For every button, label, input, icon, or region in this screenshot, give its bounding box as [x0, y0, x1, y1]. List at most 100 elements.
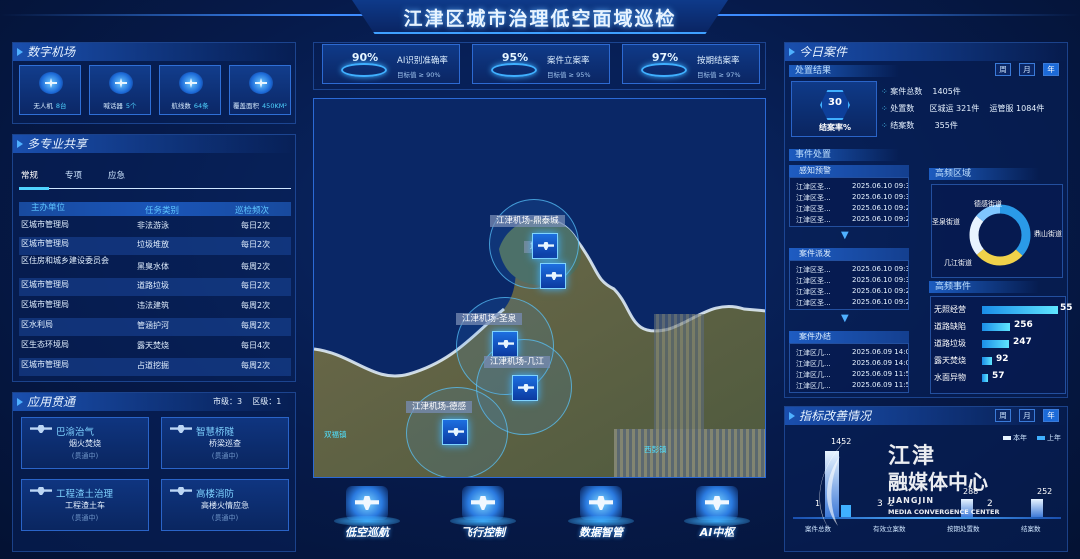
- nav-ai-hub[interactable]: AI中枢: [676, 480, 758, 542]
- app-through-panel: 应用贯通 市级：3 区级：1 巴渝治气 烟火焚烧 (贯通中) 智慧桥隧 桥梁巡查…: [12, 392, 296, 552]
- tab-emergency[interactable]: 应急: [108, 169, 125, 181]
- dispatch-list[interactable]: 江津区圣...2025.06.10 09:31 江津区圣...2025.06.1…: [789, 260, 909, 310]
- multi-share-panel: 多专业共享 常规 专项 应急 主办单位 任务类别 巡检频次 区城市管理局 非法游泳…: [12, 134, 296, 382]
- digital-airport-title: 数字机场: [13, 43, 295, 61]
- tile-artifact: [654, 314, 704, 429]
- kpi-ring: [341, 63, 387, 77]
- period-month[interactable]: 月: [1019, 63, 1035, 76]
- period-year[interactable]: 年: [1043, 409, 1059, 422]
- list-item[interactable]: 江津区圣...2025.06.10 09:29: [796, 204, 908, 215]
- period-year[interactable]: 年: [1043, 63, 1059, 76]
- category-label: 有效立案数: [873, 525, 906, 533]
- legend-last-year: 上年: [1037, 433, 1061, 443]
- tab-special[interactable]: 专项: [65, 169, 82, 181]
- watermark-line2: 融媒体中心: [888, 470, 988, 494]
- app-card-bayu[interactable]: 巴渝治气 烟火焚烧 (贯通中): [21, 417, 149, 469]
- map-view[interactable]: 江津机场-鼎泰城 场 江津机场-圣泉 江津机场-几江 江津机场-德感 双福镇 西…: [313, 98, 766, 478]
- tab-underline: [19, 188, 291, 189]
- hot-event-bar: 道路缺陷 256: [934, 320, 1033, 331]
- drone-site-marker[interactable]: [512, 375, 538, 401]
- list-item[interactable]: 江津区圣...2025.06.10 09:29: [796, 215, 908, 226]
- list-header-dispatch: 案件派发: [789, 248, 909, 260]
- app-card-bridge[interactable]: 智慧桥隧 桥梁巡查 (贯通中): [161, 417, 289, 469]
- airport-card-speakers[interactable]: 喊话器 5个: [89, 65, 151, 115]
- app-card-fire[interactable]: 高楼消防 高楼火情应急 (贯通中): [161, 479, 289, 531]
- period-week[interactable]: 周: [995, 409, 1011, 422]
- table-row[interactable]: 区城市管理局 道路垃圾 每日2次: [19, 278, 291, 296]
- table-row[interactable]: 区住房和城乡建设委员会 黑臭水体 每周2次: [19, 256, 291, 278]
- table-header: 主办单位 任务类别 巡检频次: [19, 202, 291, 216]
- nav-flight-control[interactable]: 飞行控制: [442, 480, 524, 542]
- bar-fill: [982, 306, 1058, 314]
- route-icon: [179, 72, 203, 94]
- arrow-down-icon: ▼: [841, 313, 849, 324]
- result-subtitle: 处置结果: [789, 65, 899, 77]
- bar-fill: [982, 340, 1009, 348]
- tab-regular[interactable]: 常规: [21, 169, 38, 181]
- bar-fill: [982, 357, 992, 365]
- data-label: 252: [1037, 487, 1053, 496]
- category-label: 按期处置数: [947, 525, 980, 533]
- table-row[interactable]: 区城市管理局 非法游泳 每日2次: [19, 218, 291, 236]
- watermark-line3: JIANGJIN: [888, 496, 935, 505]
- site-label: 江津机场-圣泉: [456, 313, 523, 325]
- drone-icon: [170, 425, 192, 433]
- bar-fill: [982, 323, 1010, 331]
- period-month[interactable]: 月: [1019, 409, 1035, 422]
- site-label: 江津机场-鼎泰城: [490, 215, 565, 227]
- list-item[interactable]: 江津区圣...2025.06.10 09:29: [796, 298, 908, 309]
- table-row[interactable]: 区生态环境局 露天焚烧 每日4次: [19, 338, 291, 356]
- place-label: 西彭镇: [644, 445, 667, 454]
- list-item[interactable]: 江津区几...2025.06.09 14:07: [796, 348, 908, 359]
- closed-list[interactable]: 江津区几...2025.06.09 14:07 江津区几...2025.06.0…: [789, 343, 909, 393]
- dashboard: 江津区城市治理低空面域巡检 数字机场 无人机 8台 喊话器 5个 航线数 64条 覆盖…: [0, 0, 1080, 559]
- table-row[interactable]: 区水利局 管涵护河 每周2次: [19, 318, 291, 336]
- monitor-icon: [580, 486, 622, 520]
- list-item[interactable]: 江津区圣...2025.06.10 09:31: [796, 265, 908, 276]
- drone-site-marker[interactable]: [442, 419, 468, 445]
- watermark-line4: MEDIA CONVERGENCE CENTER: [888, 508, 1000, 516]
- table-row[interactable]: 区城市管理局 违法建筑 每周2次: [19, 298, 291, 316]
- table-row[interactable]: 区城市管理局 占道挖掘 每周2次: [19, 358, 291, 376]
- list-item[interactable]: 江津区圣...2025.06.10 09:29: [796, 287, 908, 298]
- controller-icon: [462, 486, 504, 520]
- list-item[interactable]: 江津区几...2025.06.09 14:07: [796, 359, 908, 370]
- alert-list[interactable]: 江津区圣...2025.06.10 09:31 江津区圣...2025.06.1…: [789, 177, 909, 227]
- list-item[interactable]: 江津区几...2025.06.09 11:53: [796, 381, 908, 392]
- list-item[interactable]: 江津区圣...2025.06.10 09:31: [796, 193, 908, 204]
- legend-this-year: 本年: [1003, 433, 1027, 443]
- list-item[interactable]: 江津区圣...2025.06.10 09:31: [796, 182, 908, 193]
- list-header-alert: 感知预警: [789, 165, 909, 177]
- drone-site-marker[interactable]: [492, 331, 518, 357]
- table-row[interactable]: 区城市管理局 垃圾堆放 每日2次: [19, 237, 291, 255]
- event-subtitle: 事件处置: [789, 149, 899, 161]
- drone-icon: [39, 72, 63, 94]
- hot-event-bar: 道路垃圾 247: [934, 337, 1032, 348]
- nav-data-management[interactable]: 数据智管: [560, 480, 642, 542]
- nav-low-altitude-patrol[interactable]: 低空巡航: [326, 480, 408, 542]
- header: 江津区城市治理低空面域巡检: [0, 0, 1080, 38]
- airport-card-coverage[interactable]: 覆盖面积 450KM²: [229, 65, 291, 115]
- media-logo-icon: [800, 434, 870, 534]
- loudspeaker-icon: [109, 72, 133, 94]
- drone-icon: [346, 486, 388, 520]
- digital-airport-panel: 数字机场 无人机 8台 喊话器 5个 航线数 64条 覆盖面积 450KM²: [12, 42, 296, 124]
- site-label: 江津机场-几江: [484, 356, 551, 368]
- closure-rate-card: 30 结案率%: [791, 81, 877, 137]
- hot-event-bar: 水面异物 57: [934, 371, 1005, 382]
- list-item[interactable]: 江津区几...2025.06.09 11:53: [796, 370, 908, 381]
- arrow-down-icon: ▼: [841, 230, 849, 241]
- ai-head-icon: [696, 486, 738, 520]
- drone-site-marker[interactable]: [540, 263, 566, 289]
- data-label: 3: [877, 499, 883, 509]
- kpi-ring: [641, 63, 687, 77]
- list-item[interactable]: 江津区圣...2025.06.10 09:31: [796, 276, 908, 287]
- airport-card-routes[interactable]: 航线数 64条: [159, 65, 221, 115]
- period-week[interactable]: 周: [995, 63, 1011, 76]
- app-card-muck[interactable]: 工程渣土治理 工程渣土车 (贯通中): [21, 479, 149, 531]
- hot-event-subtitle: 高频事件: [929, 281, 1039, 293]
- kpi-ai-accuracy: 90% AI识别准确率 目标值 ≥ 90%: [322, 44, 460, 84]
- drone-site-marker[interactable]: [532, 233, 558, 259]
- multi-share-title: 多专业共享: [13, 135, 295, 153]
- airport-card-drones[interactable]: 无人机 8台: [19, 65, 81, 115]
